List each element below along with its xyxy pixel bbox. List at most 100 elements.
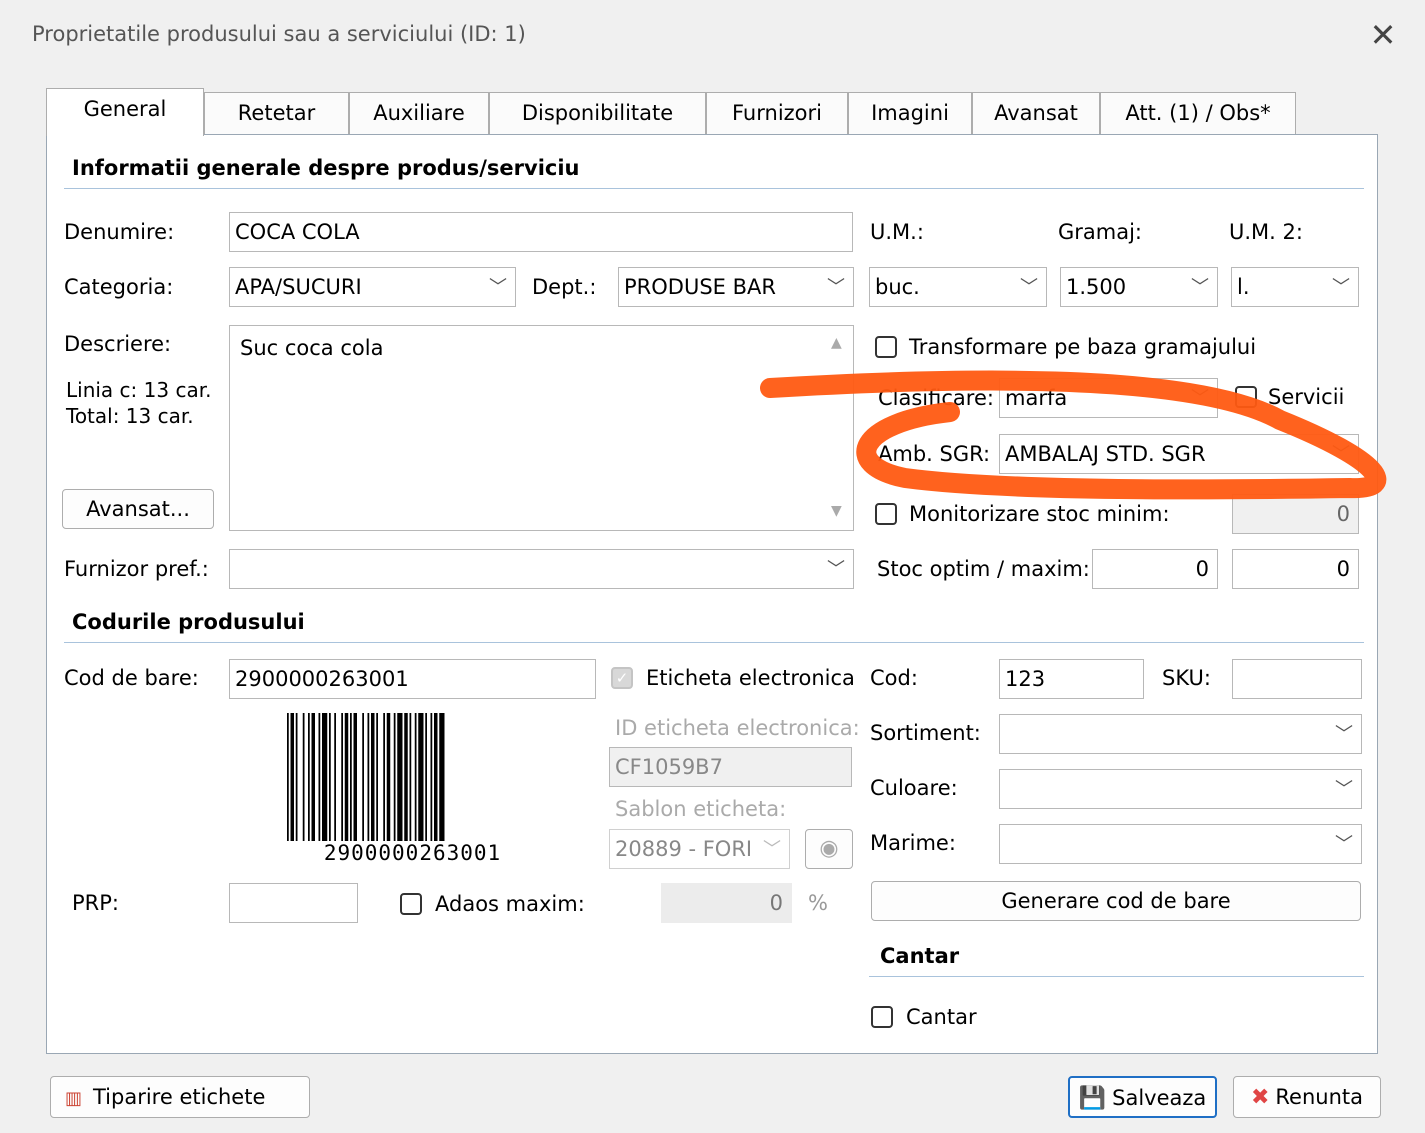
culoare-select[interactable]: ﹀ — [999, 769, 1362, 809]
um2-select[interactable]: l. ﹀ — [1231, 267, 1359, 307]
tab-disponibilitate[interactable]: Disponibilitate — [489, 92, 706, 134]
stoc-label: Stoc optim / maxim: — [877, 557, 1090, 581]
chevron-down-icon: ﹀ — [827, 277, 845, 298]
chevron-down-icon: ﹀ — [489, 277, 507, 298]
sablon-value: 20889 - FORI — [615, 837, 753, 861]
barcode-bar — [409, 713, 412, 841]
total-info: Total: 13 car. — [66, 404, 194, 428]
adaos-label: Adaos maxim: — [435, 892, 585, 916]
descriere-value: Suc coca cola — [240, 336, 384, 360]
adaos-checkbox[interactable] — [400, 893, 422, 915]
tab-furnizori[interactable]: Furnizori — [706, 92, 848, 134]
tab-att-obs[interactable]: Att. (1) / Obs* — [1100, 92, 1296, 134]
furnizor-label: Furnizor pref.: — [64, 557, 209, 581]
barcode-bar — [367, 713, 370, 841]
barcode-bar — [302, 713, 305, 841]
denumire-input[interactable]: COCA COLA — [229, 212, 853, 252]
avansat-button[interactable]: Avansat... — [62, 489, 214, 529]
um2-value: l. — [1237, 275, 1250, 299]
stoc-optim-input[interactable]: 0 — [1092, 549, 1218, 589]
sku-label: SKU: — [1162, 666, 1211, 690]
chevron-down-icon: ﹀ — [1335, 834, 1353, 855]
cancel-icon: ✖ — [1250, 1085, 1270, 1110]
linia-info: Linia c: 13 car. — [66, 378, 212, 402]
prp-input[interactable] — [229, 883, 358, 923]
barcode-bar — [404, 713, 408, 841]
eye-icon[interactable]: ◉ — [805, 829, 853, 869]
dept-select[interactable]: PRODUSE BAR ﹀ — [618, 267, 854, 307]
um-value: buc. — [875, 275, 920, 299]
transformare-checkbox[interactable] — [875, 336, 897, 358]
chevron-down-icon: ﹀ — [1335, 724, 1353, 745]
section-title-cantar: Cantar — [880, 944, 960, 968]
adaos-input[interactable]: 0 — [661, 883, 792, 923]
barcode-bar — [425, 713, 427, 841]
cantar-label: Cantar — [906, 1005, 977, 1029]
categoria-select[interactable]: APA/SUCURI ﹀ — [229, 267, 516, 307]
sortiment-select[interactable]: ﹀ — [999, 714, 1362, 754]
categoria-value: APA/SUCURI — [235, 275, 362, 299]
barcode-bar — [418, 713, 424, 841]
um-select[interactable]: buc. ﹀ — [869, 267, 1047, 307]
barcode-bar — [439, 713, 445, 841]
stoc-maxim-input[interactable]: 0 — [1232, 549, 1359, 589]
marime-select[interactable]: ﹀ — [999, 824, 1362, 864]
chevron-down-icon: ﹀ — [1191, 277, 1209, 298]
section-title-general: Informatii generale despre produs/servic… — [72, 156, 580, 180]
annotation-highlight-icon — [760, 370, 1387, 500]
eticheta-checkbox[interactable]: ✓ — [611, 667, 633, 689]
descriere-label: Descriere: — [64, 332, 172, 356]
cod-label: Cod: — [870, 666, 918, 690]
dept-value: PRODUSE BAR — [624, 275, 776, 299]
barcode-bar — [344, 713, 349, 841]
um2-label: U.M. 2: — [1229, 220, 1303, 244]
section-divider — [869, 976, 1364, 977]
generare-cod-bare-button[interactable]: Generare cod de bare — [871, 881, 1361, 921]
sablon-label: Sablon eticheta: — [615, 797, 787, 821]
section-title-codes: Codurile produsului — [72, 610, 305, 634]
barcode-bar — [430, 713, 433, 841]
barcode-bar — [371, 713, 375, 841]
chevron-down-icon: ﹀ — [763, 839, 781, 860]
barcode-bar — [290, 713, 294, 841]
marime-label: Marime: — [870, 831, 956, 855]
chevron-down-icon: ﹀ — [1020, 277, 1038, 298]
cod-input[interactable]: 123 — [999, 659, 1144, 699]
chevron-down-icon: ﹀ — [827, 559, 845, 580]
tab-retetar[interactable]: Retetar — [204, 92, 349, 134]
sortiment-label: Sortiment: — [870, 721, 981, 745]
um-label: U.M.: — [870, 220, 924, 244]
salveaza-label: Salveaza — [1112, 1086, 1207, 1110]
denumire-label: Denumire: — [64, 220, 175, 244]
sablon-select[interactable]: 20889 - FORI ﹀ — [609, 829, 790, 869]
renunta-button[interactable]: ✖ Renunta — [1233, 1076, 1381, 1118]
cantar-checkbox[interactable] — [871, 1006, 893, 1028]
tab-auxiliare[interactable]: Auxiliare — [349, 92, 489, 134]
culoare-label: Culoare: — [870, 776, 958, 800]
sku-input[interactable] — [1232, 659, 1362, 699]
barcode-bar — [341, 713, 343, 841]
gramaj-select[interactable]: 1.500 ﹀ — [1060, 267, 1218, 307]
transformare-label: Transformare pe baza gramajului — [909, 335, 1257, 359]
window-title: Proprietatile produsului sau a serviciul… — [32, 22, 526, 46]
furnizor-select[interactable]: ﹀ — [229, 549, 854, 589]
barcode-bar — [353, 713, 357, 841]
barcode-bar — [308, 713, 310, 841]
gramaj-value: 1.500 — [1066, 275, 1127, 299]
cod-bare-input[interactable]: 2900000263001 — [229, 659, 596, 699]
chevron-down-icon: ﹀ — [1335, 779, 1353, 800]
id-eticheta-label: ID eticheta electronica: — [615, 716, 860, 740]
barcode-bar — [295, 713, 298, 841]
scroll-up-icon[interactable]: ▲ — [831, 336, 842, 350]
tab-avansat[interactable]: Avansat — [972, 92, 1100, 134]
id-eticheta-input[interactable]: CF1059B7 — [609, 747, 852, 787]
printer-icon: ▥ — [65, 1088, 83, 1109]
tiparire-etichete-button[interactable]: ▥ Tiparire etichete — [50, 1076, 310, 1118]
close-icon[interactable]: ✕ — [1366, 18, 1400, 52]
tab-imagini[interactable]: Imagini — [848, 92, 972, 134]
barcode-bar — [393, 713, 396, 841]
gramaj-label: Gramaj: — [1058, 220, 1143, 244]
tab-general[interactable]: General — [46, 88, 204, 136]
barcode-bar — [414, 713, 417, 841]
salveaza-button[interactable]: 💾 Salveaza — [1068, 1076, 1217, 1118]
